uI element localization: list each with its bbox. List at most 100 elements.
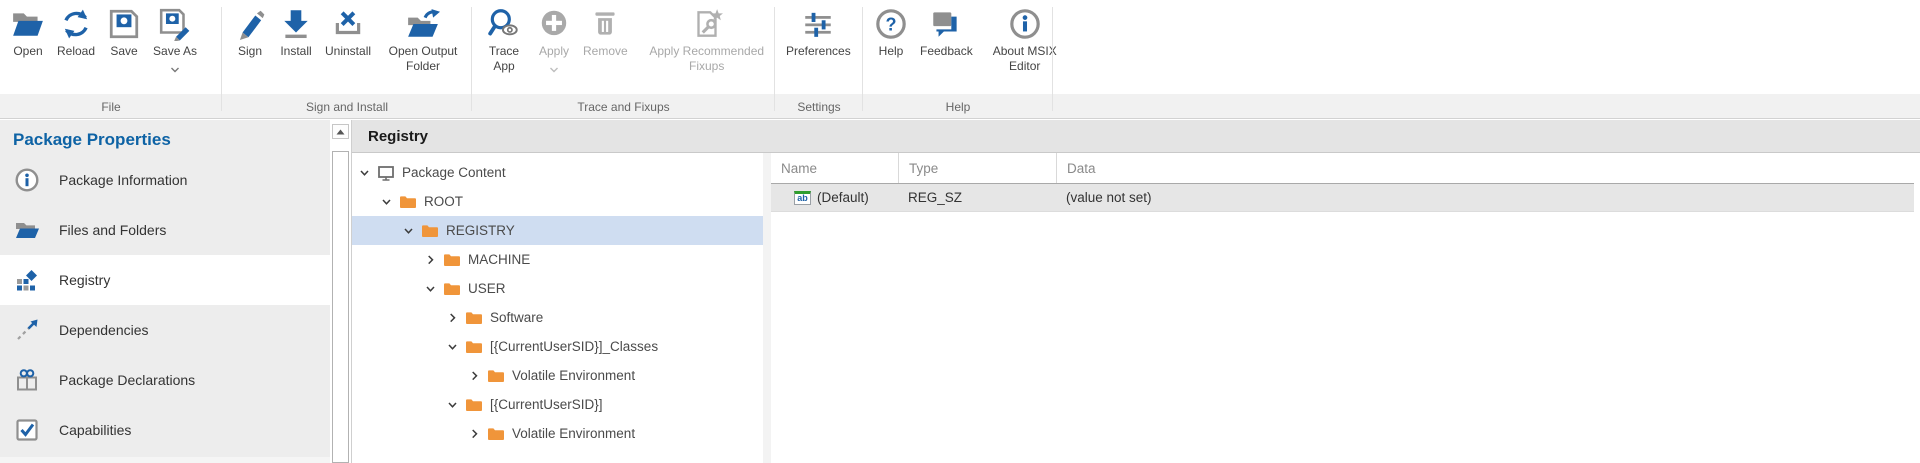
open-output-folder-icon [406,7,440,41]
feedback-button[interactable]: Feedback [914,0,979,59]
sidebar-item-registry[interactable]: Registry [0,255,330,305]
package-properties-sidebar: Package Properties Package Information F… [0,120,330,463]
uninstall-button[interactable]: Uninstall [319,0,377,59]
apply-plus-icon [537,7,571,41]
value-data-cell: (value not set) [1056,184,1914,211]
open-folder-icon [14,217,40,243]
vertical-scrollbar[interactable] [330,120,352,463]
chevron-right-icon[interactable] [424,254,439,266]
registry-content: Package Content ROOT REGISTRY MACHINE [352,153,1920,463]
sidebar-footer [0,457,330,463]
help-button-label: Help [879,44,904,59]
chevron-right-icon[interactable] [468,428,483,440]
ribbon-group-help-label: Help [863,100,1053,114]
help-button[interactable]: ? Help [868,0,914,59]
table-row[interactable]: ab (Default) REG_SZ (value not set) [771,184,1914,212]
ribbon-group-settings: Preferences Settings [775,0,863,118]
tree-item-label: [{CurrentUserSID}] [490,397,603,412]
chevron-down-icon[interactable] [549,60,559,78]
scrollbar-up-arrow-button[interactable] [332,124,349,139]
ribbon-toolbar: Open Reload Save Save As File [0,0,1920,119]
preferences-button[interactable]: Preferences [780,0,857,59]
sign-pencil-icon [233,7,267,41]
info-circle-icon [14,167,40,193]
about-msix-editor-button-label: About MSIX Editor [985,44,1065,73]
registry-editor-panel: Registry Package Content ROOT REGISTRY [352,120,1920,463]
column-header-data[interactable]: Data [1056,153,1914,183]
ribbon-group-trace-and-fixups-label: Trace and Fixups [472,100,775,114]
help-question-icon: ? [874,7,908,41]
save-button[interactable]: Save [101,0,147,59]
folder-icon [465,397,483,413]
tree-item-machine[interactable]: MACHINE [352,245,763,274]
tree-item-label: ROOT [424,194,463,209]
sidebar-item-dependencies[interactable]: Dependencies [0,305,330,355]
sidebar-item-capabilities[interactable]: Capabilities [0,405,330,455]
registry-tree: Package Content ROOT REGISTRY MACHINE [352,153,763,463]
sign-button-label: Sign [238,44,262,59]
sign-button[interactable]: Sign [227,0,273,59]
sidebar-item-package-information[interactable]: Package Information [0,155,330,205]
tree-item-currentusersid[interactable]: [{CurrentUserSID}] [352,390,763,419]
tree-item-root[interactable]: ROOT [352,187,763,216]
value-name: (Default) [817,190,869,205]
tree-item-package-content[interactable]: Package Content [352,158,763,187]
tree-item-software[interactable]: Software [352,303,763,332]
sidebar-item-label: Capabilities [59,422,131,438]
uninstall-icon [331,7,365,41]
tree-item-label: REGISTRY [446,223,515,238]
column-header-type[interactable]: Type [898,153,1056,183]
open-output-folder-button[interactable]: Open Output Folder [377,0,469,73]
checkbox-check-icon [14,417,40,443]
sidebar-item-files-and-folders[interactable]: Files and Folders [0,205,330,255]
folder-icon [399,194,417,210]
monitor-icon [377,165,395,181]
chevron-down-icon[interactable] [358,167,373,179]
chevron-down-icon[interactable] [424,283,439,295]
tree-item-user[interactable]: USER [352,274,763,303]
ribbon-group-file-label: File [0,100,222,114]
trace-app-button[interactable]: Trace App [477,0,531,73]
apply-recommended-fixups-button[interactable]: Apply Recommended Fixups [634,0,780,73]
ribbon-group-settings-label: Settings [775,100,863,114]
folder-icon [421,223,439,239]
chevron-right-icon[interactable] [468,370,483,382]
scrollbar-thumb[interactable] [332,151,349,463]
sidebar-title: Package Properties [0,120,330,155]
install-button[interactable]: Install [273,0,319,59]
column-header-name[interactable]: Name [771,153,898,183]
apply-recommended-fixups-button-label: Apply Recommended Fixups [640,44,774,73]
about-msix-editor-button[interactable]: About MSIX Editor [979,0,1071,73]
content-header: Registry [352,120,1920,153]
registry-grid-icon [14,267,40,293]
sidebar-item-label: Package Information [59,172,187,188]
tree-item-label: USER [468,281,506,296]
ribbon-group-help: ? Help Feedback About MSIX Editor Help [863,0,1053,118]
value-name-cell: ab (Default) [771,184,898,211]
reload-button-label: Reload [57,44,95,59]
tree-item-volatile-environment-1[interactable]: Volatile Environment [352,361,763,390]
open-button[interactable]: Open [5,0,51,59]
apply-button[interactable]: Apply [531,0,577,78]
tree-item-label: [{CurrentUserSID}]_Classes [490,339,658,354]
uninstall-button-label: Uninstall [325,44,371,59]
sidebar-item-package-declarations[interactable]: Package Declarations [0,355,330,405]
chevron-down-icon[interactable] [446,399,461,411]
install-button-label: Install [280,44,311,59]
chevron-down-icon[interactable] [380,196,395,208]
table-header-row: Name Type Data [771,153,1914,184]
save-as-button[interactable]: Save As [147,0,203,78]
reload-button[interactable]: Reload [51,0,101,59]
chevron-down-icon[interactable] [170,60,180,78]
remove-button[interactable]: Remove [577,0,634,59]
save-button-label: Save [110,44,137,59]
pane-splitter[interactable] [763,153,771,463]
apply-button-label: Apply [539,44,569,59]
chevron-down-icon[interactable] [402,225,417,237]
tree-item-label: Volatile Environment [512,368,635,383]
tree-item-registry[interactable]: REGISTRY [352,216,763,245]
tree-item-volatile-environment-2[interactable]: Volatile Environment [352,419,763,448]
chevron-right-icon[interactable] [446,312,461,324]
tree-item-currentusersid-classes[interactable]: [{CurrentUserSID}]_Classes [352,332,763,361]
chevron-down-icon[interactable] [446,341,461,353]
